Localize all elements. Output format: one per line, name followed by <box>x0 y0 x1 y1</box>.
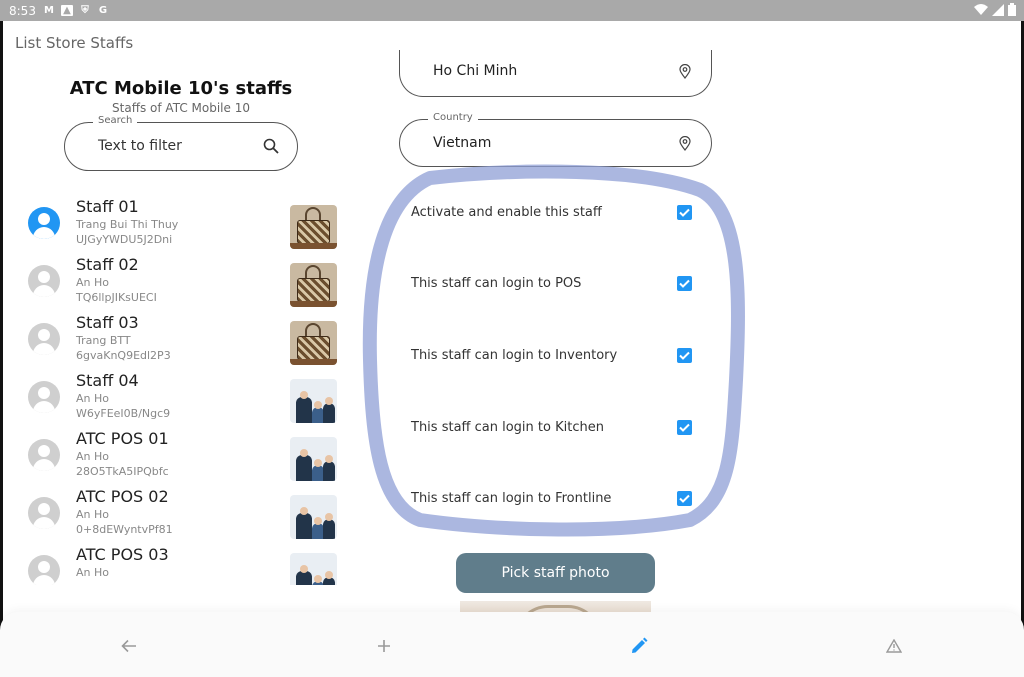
staff-name: ATC POS 02 <box>76 487 169 506</box>
permission-label: Activate and enable this staff <box>411 205 602 220</box>
pick-staff-photo-button[interactable]: Pick staff photo <box>456 553 655 593</box>
checkmark-icon <box>679 423 690 432</box>
gmail-icon: M <box>43 5 54 16</box>
location-pin-icon[interactable] <box>679 136 691 151</box>
pencil-icon <box>632 637 648 653</box>
permission-label: This staff can login to Inventory <box>411 348 618 363</box>
bottom-toolbar <box>0 612 1024 677</box>
permission-label: This staff can login to Kitchen <box>411 420 604 435</box>
search-input[interactable]: Search Text to filter <box>64 115 298 171</box>
arrow-left-icon <box>121 639 136 653</box>
staff-full-name: An Ho <box>76 508 109 521</box>
back-button[interactable] <box>117 634 141 658</box>
staff-name: ATC POS 03 <box>76 545 169 564</box>
staff-full-name: Trang BTT <box>76 334 131 347</box>
wifi-icon <box>974 3 988 15</box>
staff-full-name: An Ho <box>76 392 109 405</box>
permission-row-inventory[interactable]: This staff can login to Inventory <box>411 344 701 368</box>
staff-full-name: Trang Bui Thi Thuy <box>76 218 179 231</box>
staff-code: 28O5TkA5IPQbfc <box>76 465 169 478</box>
staff-code: TQ6llpJIKsUECI <box>76 291 157 304</box>
status-bar: 8:53 M ▲ ⛨ G <box>0 0 1024 21</box>
shield-icon: ⛨ <box>81 5 89 16</box>
permission-label: This staff can login to POS <box>411 276 582 291</box>
search-placeholder: Text to filter <box>98 138 182 154</box>
staff-list-item[interactable]: ATC POS 01 An Ho 28O5TkA5IPQbfc <box>24 427 344 485</box>
battery-icon <box>1008 3 1016 16</box>
country-value: Vietnam <box>433 135 492 151</box>
staff-code: UJGyYWDU5J2Dni <box>76 233 173 246</box>
staff-name: ATC POS 01 <box>76 429 169 448</box>
plus-icon <box>378 640 390 652</box>
warning-icon <box>886 639 902 653</box>
staff-full-name: An Ho <box>76 450 109 463</box>
search-legend: Search <box>93 115 138 126</box>
permission-row-kitchen[interactable]: This staff can login to Kitchen <box>411 416 701 440</box>
checkbox[interactable] <box>677 491 692 506</box>
status-time: 8:53 <box>9 3 36 18</box>
staff-photo-thumbnail <box>290 437 337 481</box>
signal-icon <box>992 3 1004 16</box>
staff-list-item[interactable]: Staff 04 An Ho W6yFEeI0B/Ngc9 <box>24 369 344 427</box>
add-button[interactable] <box>372 634 396 658</box>
checkmark-icon <box>679 279 690 288</box>
staff-list[interactable]: Staff 01 Trang Bui Thi Thuy UJGyYWDU5J2D… <box>24 195 344 585</box>
staff-code: 0+8dEWyntvPf81 <box>76 523 173 536</box>
staff-name: Staff 01 <box>76 197 139 216</box>
checkbox[interactable] <box>677 348 692 363</box>
staff-name: Staff 02 <box>76 255 139 274</box>
staff-photo-thumbnail <box>290 553 337 585</box>
google-icon: G <box>98 5 108 16</box>
staff-list-item[interactable]: ATC POS 03 An Ho <box>24 543 344 585</box>
staff-full-name: An Ho <box>76 566 109 579</box>
checkmark-icon <box>679 351 690 360</box>
staff-photo-thumbnail <box>290 379 337 423</box>
avatar-icon <box>28 265 60 297</box>
staff-full-name: An Ho <box>76 276 109 289</box>
checkbox[interactable] <box>677 420 692 435</box>
city-value: Ho Chi Minh <box>433 63 518 79</box>
avatar-icon <box>28 497 60 529</box>
checkmark-icon <box>679 494 690 503</box>
staff-list-item[interactable]: Staff 01 Trang Bui Thi Thuy UJGyYWDU5J2D… <box>24 195 344 253</box>
staff-list-item[interactable]: Staff 03 Trang BTT 6gvaKnQ9Edl2P3 <box>24 311 344 369</box>
avatar-icon <box>28 207 60 239</box>
staff-photo-thumbnail <box>290 263 337 307</box>
checkbox[interactable] <box>677 205 692 220</box>
avatar-icon <box>28 381 60 413</box>
staff-code: 6gvaKnQ9Edl2P3 <box>76 349 171 362</box>
permission-row-pos[interactable]: This staff can login to POS <box>411 272 701 296</box>
staff-code: W6yFEeI0B/Ngc9 <box>76 407 171 420</box>
staff-list-item[interactable]: Staff 02 An Ho TQ6llpJIKsUECI <box>24 253 344 311</box>
permission-label: This staff can login to Frontline <box>411 491 612 506</box>
avatar-icon <box>28 323 60 355</box>
app-bar-title: List Store Staffs <box>15 34 134 52</box>
staff-name: Staff 04 <box>76 371 139 390</box>
avatar-icon <box>28 555 60 585</box>
checkmark-icon <box>679 208 690 217</box>
staff-name: Staff 03 <box>76 313 139 332</box>
city-field[interactable]: Ho Chi Minh <box>399 50 712 97</box>
edit-button[interactable] <box>627 634 651 658</box>
permission-row-frontline[interactable]: This staff can login to Frontline <box>411 487 701 511</box>
country-field[interactable]: Country Vietnam <box>399 112 712 167</box>
checkbox[interactable] <box>677 276 692 291</box>
image-icon: ▲ <box>60 5 73 16</box>
country-legend: Country <box>428 112 478 123</box>
staff-list-subtitle: Staffs of ATC Mobile 10 <box>112 101 250 115</box>
staff-photo-thumbnail <box>290 321 337 365</box>
warning-button[interactable] <box>882 634 906 658</box>
permission-row-activate[interactable]: Activate and enable this staff <box>411 201 701 225</box>
staff-list-title: ATC Mobile 10's staffs <box>69 78 293 99</box>
search-icon[interactable] <box>263 138 279 154</box>
staff-photo-thumbnail <box>290 495 337 539</box>
avatar-icon <box>28 439 60 471</box>
staff-list-item[interactable]: ATC POS 02 An Ho 0+8dEWyntvPf81 <box>24 485 344 543</box>
location-pin-icon[interactable] <box>679 64 691 79</box>
staff-photo-thumbnail <box>290 205 337 249</box>
